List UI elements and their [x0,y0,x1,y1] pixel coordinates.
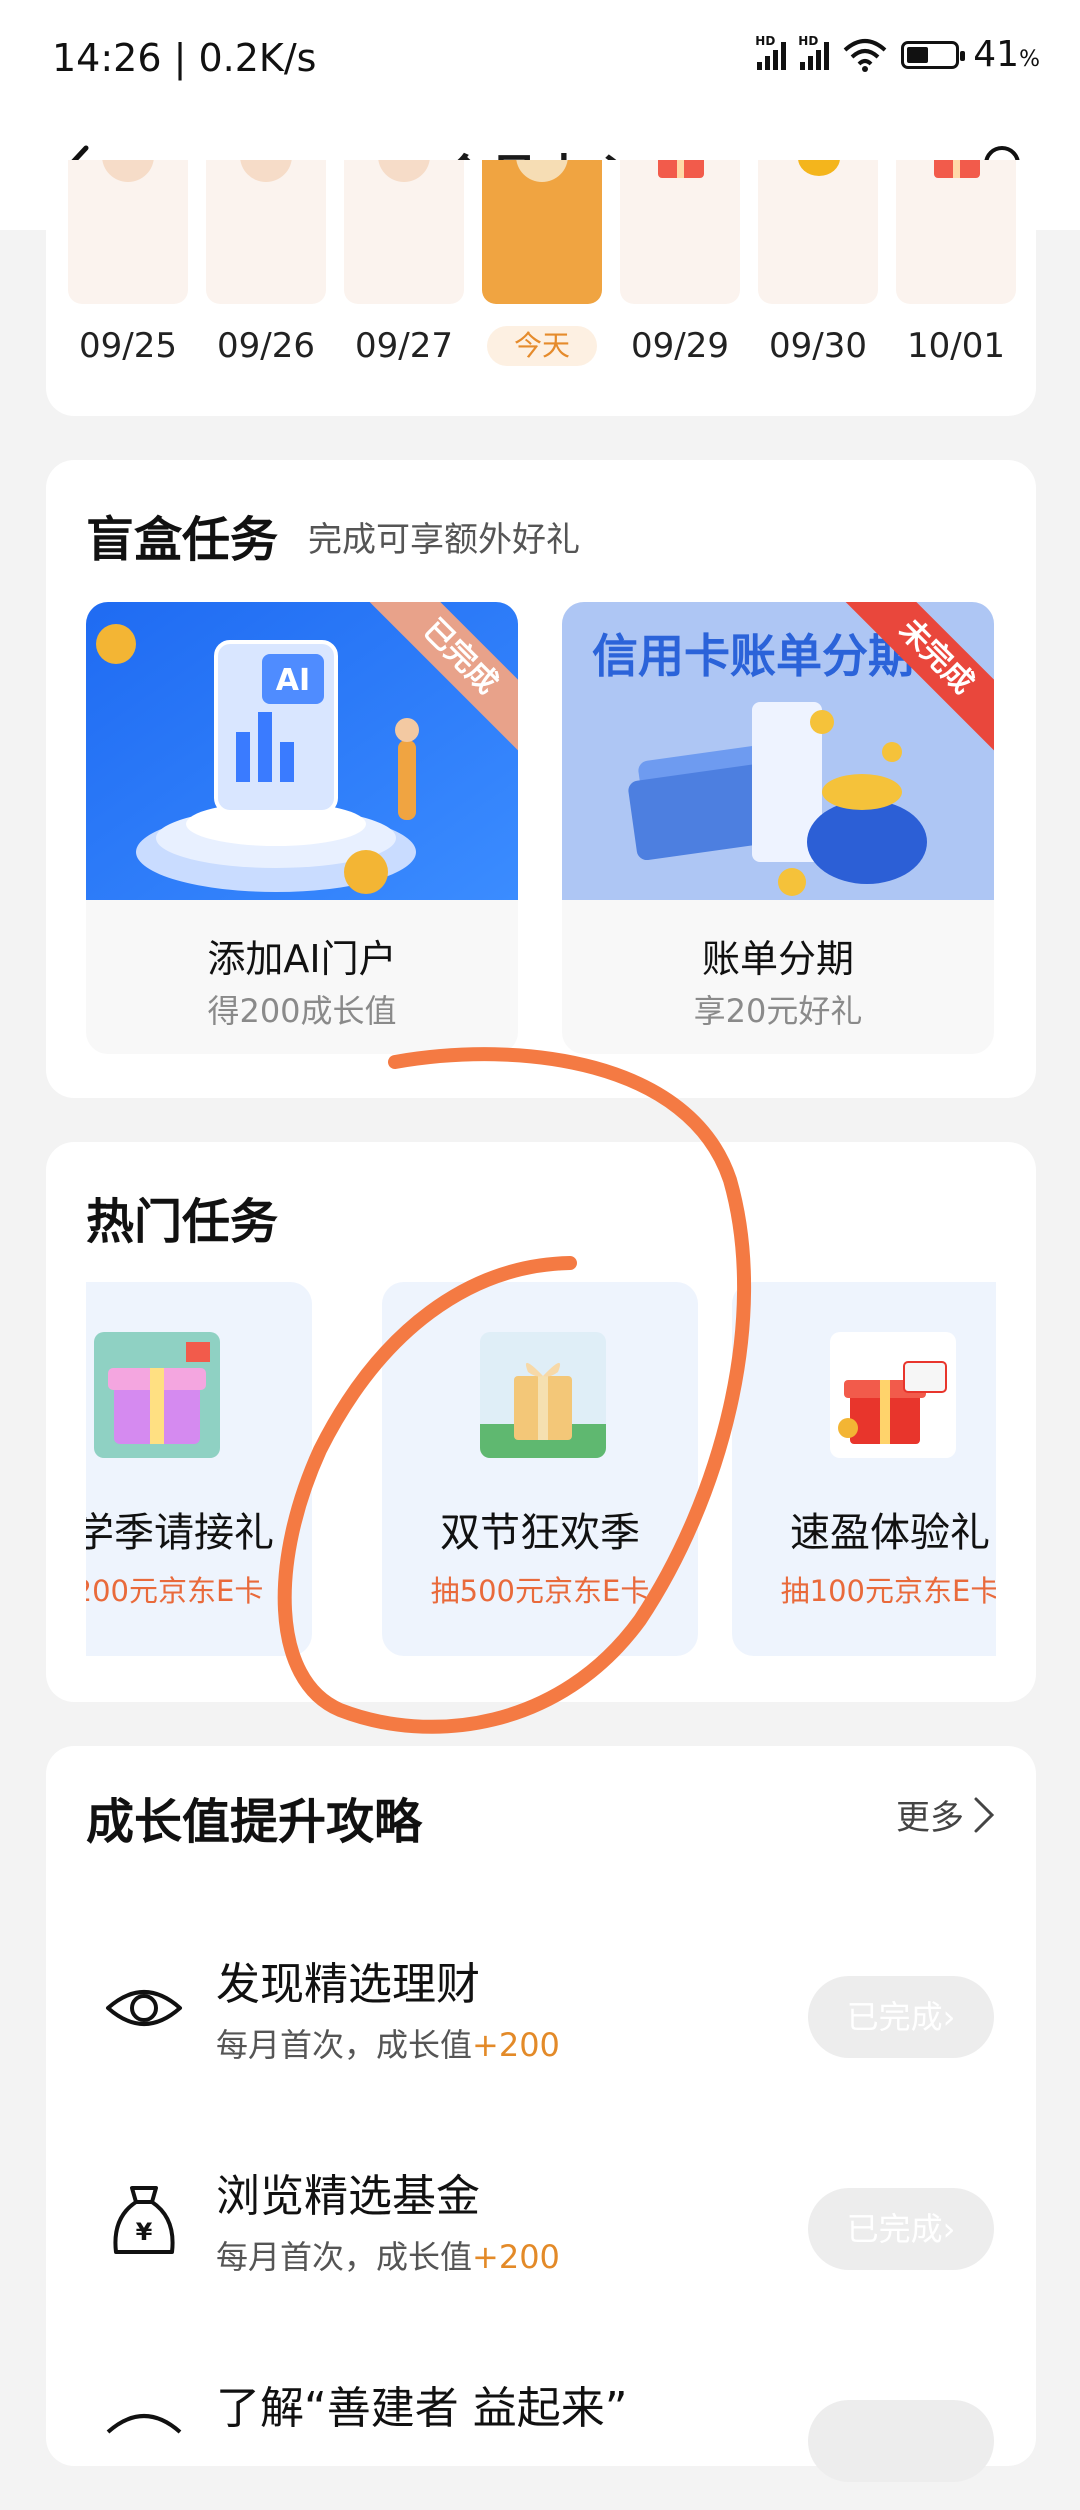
gift-icon [934,160,980,178]
status-time: 14:26 | 0.2K/s [52,36,317,80]
eye-icon [106,1990,182,2026]
hot-task-desc: 抽500元京东E卡 [430,1574,650,1608]
hot-task-item[interactable]: 双节狂欢季 抽500元京东E卡 [382,1282,698,1656]
task-name: 添加AI门户 [207,937,397,981]
day-label: 09/30 [769,326,867,366]
wifi-icon [843,38,887,72]
blindbox-task-installment[interactable]: 信用卡账单分期 未完成 账单分期 享20元好礼 [562,602,994,1054]
growth-task-title: 发现精选理财 [216,1959,480,2010]
growth-task-desc: 每月首次，成长值+200 [216,2026,560,2064]
calendar-day[interactable]: 09/25 [68,160,188,366]
hot-task-desc: 抽200元京东E卡 [86,1574,264,1608]
hot-task-item[interactable]: 开学季请接礼 抽200元京东E卡 [86,1282,312,1656]
ai-image-text: AI [276,663,310,698]
eye-icon [106,2414,182,2434]
day-label: 09/26 [217,326,315,366]
hot-task-name: 开学季请接礼 [86,1510,274,1556]
calendar-day[interactable]: 09/30 [758,160,878,366]
hot-task-item[interactable]: 速盈体验礼 抽100元京东E卡 [732,1282,996,1656]
coin-icon [102,160,154,182]
calendar-day[interactable]: 09/26 [206,160,326,366]
completed-button[interactable]: 已完成› [808,1976,994,2058]
hot-tasks-carousel[interactable]: 开学季请接礼 抽200元京东E卡 双节狂欢季 抽500元京东E卡 [86,1282,996,1662]
growth-task-title: 了解“善建者 益起来” [216,2383,628,2434]
day-label: 10/01 [907,326,1005,366]
gift-box-icon [94,1332,220,1458]
day-label: 09/29 [631,326,729,366]
day-label-today: 今天 [487,326,597,366]
coin-icon [240,160,292,182]
section-title: 成长值提升攻略 [86,1794,423,1850]
chevron-right-icon [974,1797,995,1832]
section-subtitle: 完成可享额外好礼 [308,520,580,560]
task-desc: 得200成长值 [207,992,397,1030]
gift-box-icon [480,1332,606,1458]
growth-task-title: 浏览精选基金 [216,2171,480,2222]
hd-label: HD [755,33,776,48]
task-desc: 享20元好礼 [693,992,863,1030]
hot-task-desc: 抽100元京东E卡 [780,1574,996,1608]
gift-icon [658,160,704,178]
blindbox-section: 盲盒任务 完成可享额外好礼 AI 已完成 添加AI门户 得200成长值 信用卡账… [46,460,1036,1098]
status-bar: 14:26 | 0.2K/s HD HD 41% [0,0,1080,120]
coin-icon [378,160,430,182]
hot-task-name: 速盈体验礼 [790,1510,990,1556]
calendar-day[interactable]: 09/29 [620,160,740,366]
calendar-day[interactable]: 09/27 [344,160,464,366]
growth-task-desc: 每月首次，成长值+200 [216,2238,560,2276]
cellular-signal-icon: HD [798,34,830,70]
growth-task-row[interactable]: ¥ 浏览精选基金 每月首次，成长值+200 已完成› [46,2138,1036,2298]
gold-coin-icon [798,160,840,176]
cellular-signal-icon: HD [755,34,787,70]
more-label: 更多 [896,1798,964,1838]
calendar-day-today[interactable]: 今天 [482,160,602,366]
growth-task-row[interactable]: 发现精选理财 每月首次，成长值+200 已完成› [46,1926,1036,2086]
hot-tasks-section: 热门任务 开学季请接礼 抽200元京东E卡 [46,1142,1036,1702]
coin-icon [516,160,568,182]
hot-task-name: 双节狂欢季 [440,1510,640,1556]
money-bag-icon: ¥ [113,2186,175,2254]
status-indicators: HD HD 41% [755,34,1040,76]
hd-label: HD [798,33,819,48]
installment-image-text: 信用卡账单分期 [592,629,914,683]
day-label: 09/25 [79,326,177,366]
battery-icon [901,40,966,69]
battery-percent: 41% [973,34,1040,75]
completed-button[interactable]: 已完成› [808,2188,994,2270]
task-button[interactable] [808,2400,994,2482]
section-title: 热门任务 [86,1194,279,1250]
growth-strategy-section: 成长值提升攻略 更多 发现精选理财 每月首次，成长值+200 已完成› ¥ 浏览… [46,1746,1036,2482]
growth-task-row[interactable]: 了解“善建者 益起来” [46,2350,1036,2510]
calendar-day[interactable]: 10/01 [896,160,1016,366]
section-title: 盲盒任务 [86,512,279,568]
checkin-calendar: 09/25 09/26 09/27 今天 09/29 09/30 10/01 [46,160,1036,416]
svg-text:¥: ¥ [136,2218,153,2246]
task-name: 账单分期 [701,937,854,981]
day-label: 09/27 [355,326,453,366]
blindbox-task-ai[interactable]: AI 已完成 添加AI门户 得200成长值 [86,602,518,1054]
gift-box-icon [830,1332,956,1458]
more-link[interactable]: 更多 [896,1790,996,1839]
